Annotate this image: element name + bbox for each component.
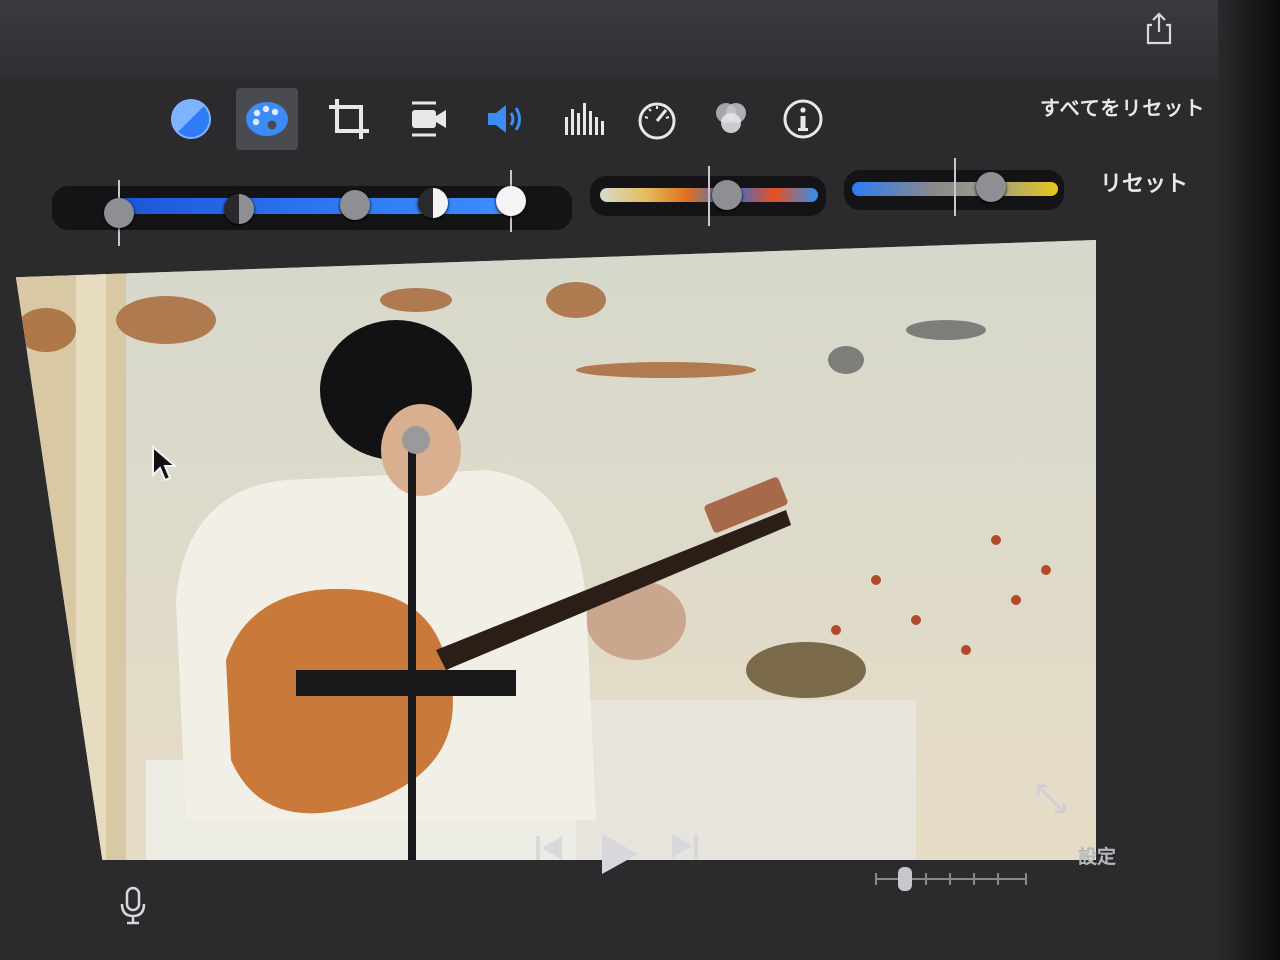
volume-icon bbox=[488, 105, 521, 133]
stabilization-icon bbox=[412, 101, 446, 137]
info-icon bbox=[783, 99, 823, 139]
crop-icon bbox=[329, 99, 369, 139]
levels-highlights-handle[interactable] bbox=[418, 188, 448, 218]
reset-all-button[interactable]: すべてをリセット bbox=[1040, 92, 1205, 121]
levels-range bbox=[118, 198, 510, 214]
saturation-marker bbox=[708, 166, 710, 226]
filter-button[interactable] bbox=[700, 88, 762, 150]
skip-forward-icon[interactable] bbox=[668, 824, 702, 868]
top-bar bbox=[0, 0, 1220, 78]
monitor-bezel bbox=[1218, 0, 1280, 960]
color-balance-button[interactable] bbox=[160, 88, 222, 150]
speed-icon bbox=[638, 102, 676, 140]
video-preview[interactable] bbox=[16, 240, 1096, 860]
temperature-handle[interactable] bbox=[976, 172, 1006, 202]
settings-button[interactable]: 設定 bbox=[1078, 842, 1116, 869]
crop-button[interactable] bbox=[318, 88, 380, 150]
color-balance-icon bbox=[171, 99, 211, 139]
equalizer-icon bbox=[565, 103, 604, 135]
info-button[interactable] bbox=[772, 88, 834, 150]
skip-back-icon[interactable] bbox=[532, 826, 566, 870]
video-frame bbox=[16, 240, 1096, 860]
reset-button[interactable]: リセット bbox=[1100, 166, 1188, 198]
temperature-marker bbox=[954, 158, 956, 216]
speed-button[interactable] bbox=[626, 88, 688, 150]
levels-midtones-handle[interactable] bbox=[340, 190, 370, 220]
levels-shadows-handle[interactable] bbox=[224, 194, 254, 224]
saturation-handle[interactable] bbox=[712, 180, 742, 210]
color-correction-button[interactable] bbox=[236, 88, 298, 150]
timeline-zoom-slider[interactable] bbox=[870, 864, 1032, 894]
color-palette-icon bbox=[246, 102, 288, 136]
levels-white-handle[interactable] bbox=[496, 186, 526, 216]
share-icon[interactable] bbox=[1143, 10, 1175, 46]
mouse-pointer-icon bbox=[152, 445, 178, 482]
expand-icon[interactable] bbox=[1034, 782, 1068, 816]
equalizer-button[interactable] bbox=[552, 88, 614, 150]
levels-black-handle[interactable] bbox=[104, 198, 134, 228]
stabilization-button[interactable] bbox=[398, 88, 460, 150]
microphone-icon[interactable] bbox=[118, 886, 148, 926]
volume-button[interactable] bbox=[476, 88, 538, 150]
filter-icon bbox=[716, 103, 746, 133]
play-icon[interactable] bbox=[598, 830, 642, 878]
